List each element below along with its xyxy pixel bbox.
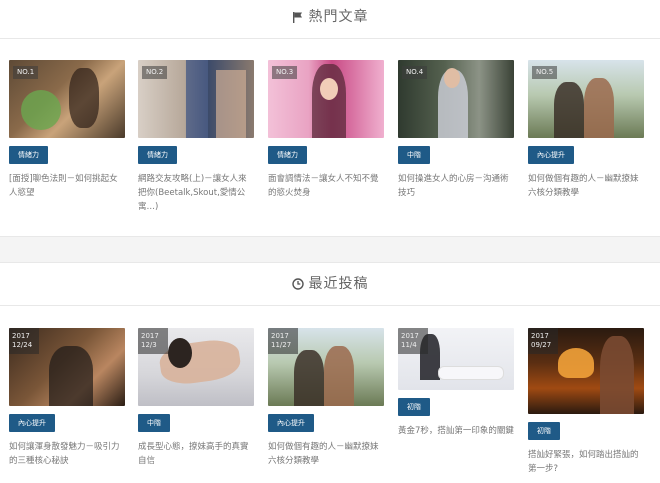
rank-badge: NO.5 [532,66,558,79]
post-thumbnail[interactable]: 2017 09/27 [528,328,644,414]
recent-heading: 最近投稿 [0,273,660,294]
popular-post-2[interactable]: NO.2 情緒力 網路交友攻略(上)－讓女人來把你(Beetalk,Skout,… [138,60,254,214]
category-tag[interactable]: 中階 [398,146,430,164]
post-thumbnail[interactable]: NO.1 [9,60,125,138]
category-tag[interactable]: 初階 [398,398,430,416]
recent-heading-text: 最近投稿 [308,276,369,292]
post-title[interactable]: 面會調情法－讓女人不知不覺的慾火焚身 [268,172,384,200]
post-thumbnail[interactable]: NO.5 [528,60,644,138]
recent-post-5[interactable]: 2017 09/27 初階 搭訕好緊張，如何踏出搭訕的第一步? [528,328,644,476]
post-thumbnail[interactable]: NO.3 [268,60,384,138]
recent-post-2[interactable]: 2017 12/3 中階 成長型心態，撩妹高手的真實自信 [138,328,254,468]
popular-heading: 熱門文章 [0,6,660,27]
post-date: 2017 11/4 [398,328,428,354]
post-date: 2017 12/3 [138,328,168,354]
post-title[interactable]: [面授]聊色法則－如何挑起女人慾望 [9,172,125,200]
post-title[interactable]: 如何讓渾身散發魅力－吸引力的三種核心秘訣 [9,440,125,468]
rank-badge: NO.3 [272,66,298,79]
popular-post-5[interactable]: NO.5 內心提升 如何做個有趣的人－幽默撩妹六核分類教學 [528,60,644,200]
category-tag[interactable]: 內心提升 [528,146,574,164]
flag-icon [292,11,304,27]
recent-post-1[interactable]: 2017 12/24 內心提升 如何讓渾身散發魅力－吸引力的三種核心秘訣 [9,328,125,468]
category-tag[interactable]: 情緒力 [138,146,177,164]
popular-post-1[interactable]: NO.1 情緒力 [面授]聊色法則－如何挑起女人慾望 [9,60,125,200]
post-thumbnail[interactable]: 2017 11/27 [268,328,384,406]
post-thumbnail[interactable]: NO.4 [398,60,514,138]
category-tag[interactable]: 內心提升 [9,414,55,432]
recent-post-3[interactable]: 2017 11/27 內心提升 如何做個有趣的人－幽默撩妹六核分類教學 [268,328,384,468]
post-date: 2017 11/27 [268,328,298,354]
post-date: 2017 12/24 [9,328,39,354]
category-tag[interactable]: 初階 [528,422,560,440]
post-title[interactable]: 如何操進女人的心房－沟通術技巧 [398,172,514,200]
category-tag[interactable]: 內心提升 [268,414,314,432]
category-tag[interactable]: 情緒力 [9,146,48,164]
post-thumbnail[interactable]: 2017 12/3 [138,328,254,406]
post-thumbnail[interactable]: NO.2 [138,60,254,138]
rank-badge: NO.1 [13,66,39,79]
post-title[interactable]: 網路交友攻略(上)－讓女人來把你(Beetalk,Skout,愛情公寓…) [138,172,254,214]
post-thumbnail[interactable]: 2017 12/24 [9,328,125,406]
popular-post-3[interactable]: NO.3 情緒力 面會調情法－讓女人不知不覺的慾火焚身 [268,60,384,200]
rank-badge: NO.2 [142,66,168,79]
post-title[interactable]: 搭訕好緊張，如何踏出搭訕的第一步? [528,448,644,476]
post-title[interactable]: 黃金7秒，搭訕第一印象的關鍵 [398,424,514,438]
category-tag[interactable]: 情緒力 [268,146,307,164]
category-tag[interactable]: 中階 [138,414,170,432]
post-title[interactable]: 成長型心態，撩妹高手的真實自信 [138,440,254,468]
post-title[interactable]: 如何做個有趣的人－幽默撩妹六核分類教學 [268,440,384,468]
post-thumbnail[interactable]: 2017 11/4 [398,328,514,390]
popular-heading-text: 熱門文章 [308,9,369,25]
rank-badge: NO.4 [402,66,428,79]
post-title[interactable]: 如何做個有趣的人－幽默撩妹六核分類教學 [528,172,644,200]
clock-icon [291,278,304,294]
post-date: 2017 09/27 [528,328,558,354]
recent-post-4[interactable]: 2017 11/4 初階 黃金7秒，搭訕第一印象的關鍵 [398,328,514,438]
popular-post-4[interactable]: NO.4 中階 如何操進女人的心房－沟通術技巧 [398,60,514,200]
